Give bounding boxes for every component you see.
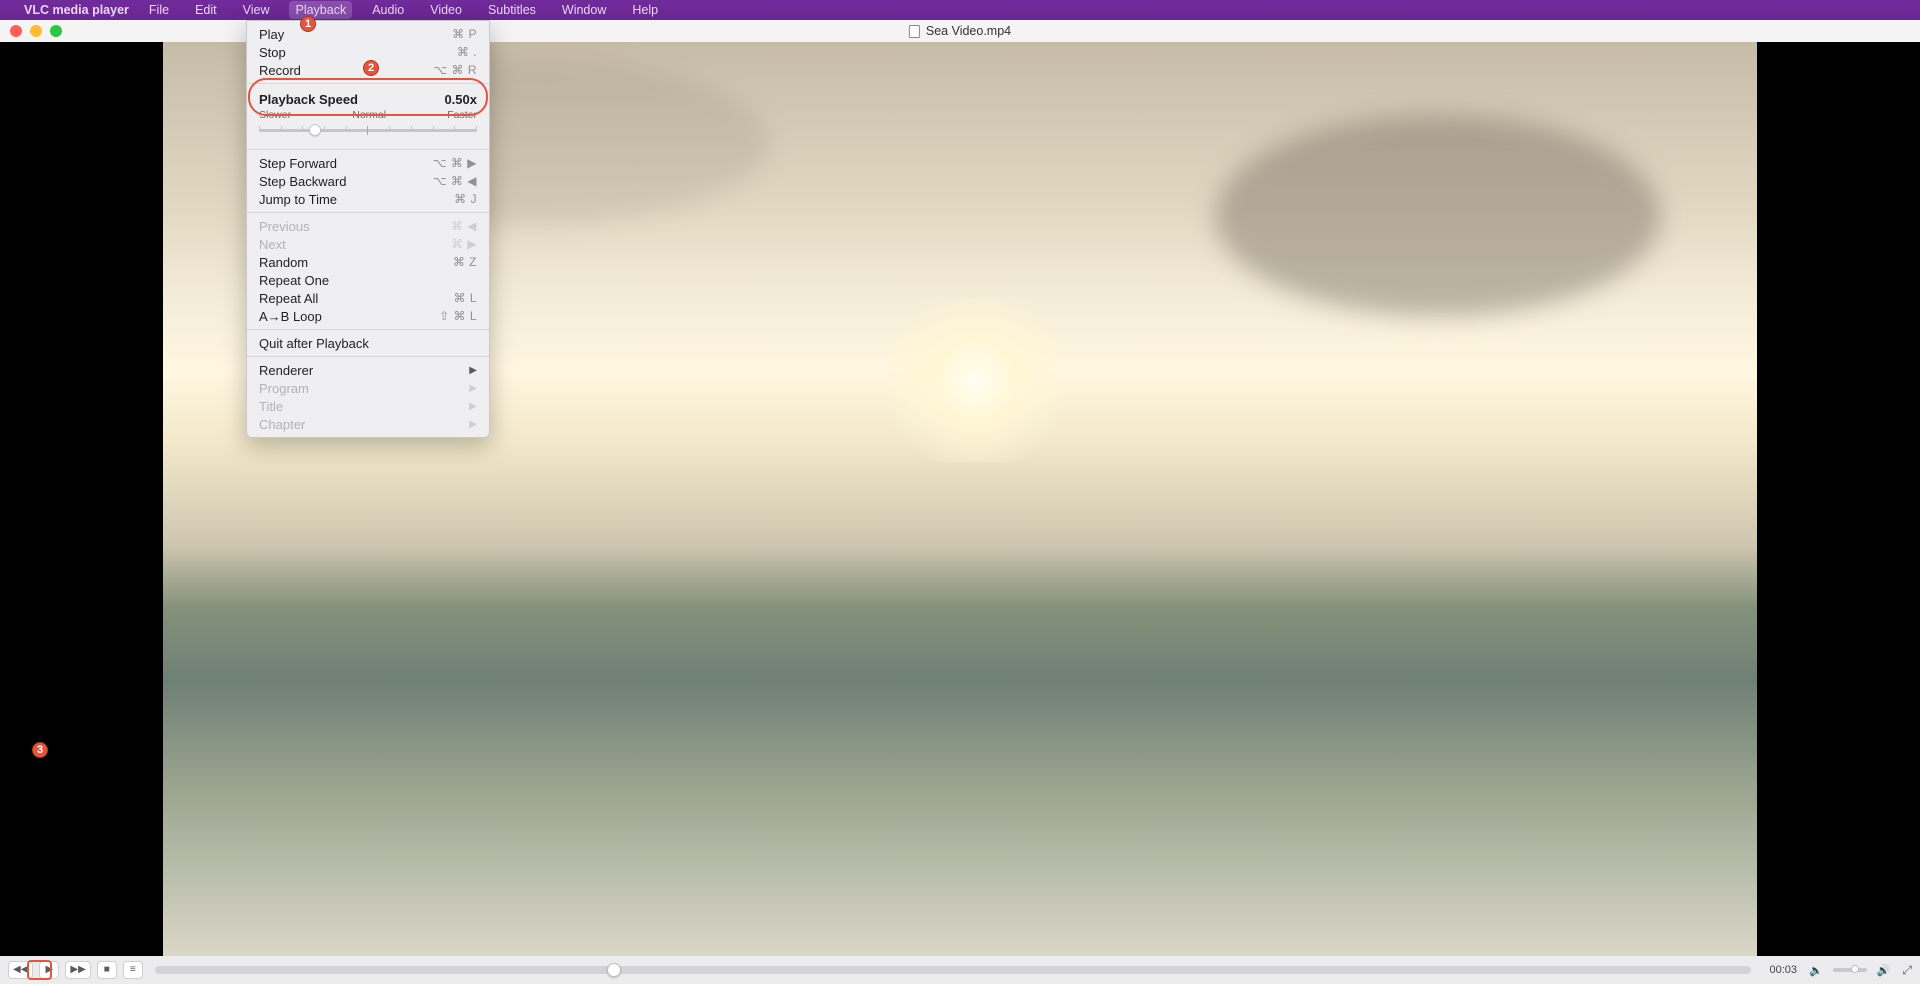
dropdown-separator [247, 356, 489, 357]
window-title-area: Sea Video.mp4 [909, 24, 1011, 38]
volume-low-icon[interactable]: 🔈 [1809, 964, 1823, 977]
volume-high-icon[interactable]: 🔊 [1877, 964, 1891, 977]
play-icon: ▶ [46, 965, 54, 975]
annotation-badge-2: 2 [363, 60, 379, 76]
dropdown-repeat-one[interactable]: Repeat One [247, 271, 489, 289]
dropdown-stop[interactable]: Stop⌘ . [247, 43, 489, 61]
play-button[interactable]: ▶ [39, 961, 59, 979]
playback-speed-slider[interactable] [259, 123, 477, 137]
close-window-button[interactable] [10, 25, 22, 37]
dropdown-previous: Previous⌘ ◀ [247, 217, 489, 235]
dropdown-separator [247, 212, 489, 213]
menu-view[interactable]: View [237, 1, 276, 19]
volume-slider[interactable] [1833, 968, 1867, 972]
previous-track-button[interactable]: ◀◀ [8, 961, 33, 979]
menu-playback[interactable]: Playback [289, 1, 352, 19]
skip-forward-icon: ▶▶ [70, 965, 85, 975]
playback-dropdown: Play⌘ P Stop⌘ . Record⌥ ⌘ R Playback Spe… [246, 20, 490, 438]
app-name[interactable]: VLC media player [24, 3, 129, 17]
player-controls: ◀◀ ▶ ▶▶ ■ ≡ 00:03 🔈 🔊 ⤢ [0, 956, 1920, 984]
dropdown-jump-to-time[interactable]: Jump to Time⌘ J [247, 190, 489, 208]
menu-edit[interactable]: Edit [189, 1, 223, 19]
dropdown-chapter: Chapter▶ [247, 415, 489, 433]
menu-video[interactable]: Video [424, 1, 468, 19]
dropdown-program: Program▶ [247, 379, 489, 397]
dropdown-step-forward[interactable]: Step Forward⌥ ⌘ ▶ [247, 154, 489, 172]
dropdown-step-backward[interactable]: Step Backward⌥ ⌘ ◀ [247, 172, 489, 190]
dropdown-separator [247, 149, 489, 150]
submenu-arrow-icon: ▶ [469, 365, 477, 376]
dropdown-play[interactable]: Play⌘ P [247, 25, 489, 43]
stop-button[interactable]: ■ [97, 961, 117, 979]
dropdown-title: Title▶ [247, 397, 489, 415]
zoom-window-button[interactable] [50, 25, 62, 37]
volume-thumb[interactable] [1851, 965, 1859, 973]
document-icon [909, 25, 920, 38]
playlist-button[interactable]: ≡ [123, 961, 143, 979]
skip-back-icon: ◀◀ [13, 965, 28, 975]
playback-speed-label: Playback Speed [259, 92, 358, 107]
submenu-arrow-icon: ▶ [469, 401, 477, 412]
window-title: Sea Video.mp4 [926, 24, 1011, 38]
speed-faster-label: Faster [447, 109, 477, 121]
menu-help[interactable]: Help [626, 1, 664, 19]
menu-subtitles[interactable]: Subtitles [482, 1, 542, 19]
annotation-badge-3: 3 [32, 742, 48, 758]
traffic-lights [0, 25, 62, 37]
menu-file[interactable]: File [143, 1, 175, 19]
fullscreen-button[interactable]: ⤢ [1902, 963, 1912, 978]
seek-thumb[interactable] [607, 963, 621, 977]
dropdown-quit-after-playback[interactable]: Quit after Playback [247, 334, 489, 352]
dropdown-separator [247, 329, 489, 330]
minimize-window-button[interactable] [30, 25, 42, 37]
submenu-arrow-icon: ▶ [469, 383, 477, 394]
speed-normal-label: Normal [352, 109, 386, 121]
playback-speed-value: 0.50x [444, 92, 477, 107]
playlist-icon: ≡ [130, 965, 136, 975]
dropdown-renderer[interactable]: Renderer▶ [247, 361, 489, 379]
dropdown-ab-loop[interactable]: A→B Loop⇧ ⌘ L [247, 307, 489, 325]
annotation-badge-1: 1 [300, 16, 316, 32]
elapsed-time: 00:03 [1769, 964, 1797, 976]
menu-audio[interactable]: Audio [366, 1, 410, 19]
dropdown-separator [247, 83, 489, 84]
menu-window[interactable]: Window [556, 1, 612, 19]
seek-bar[interactable] [155, 966, 1752, 974]
dropdown-next: Next⌘ ▶ [247, 235, 489, 253]
macos-menubar: VLC media player File Edit View Playback… [0, 0, 1920, 20]
dropdown-random[interactable]: Random⌘ Z [247, 253, 489, 271]
next-track-button[interactable]: ▶▶ [65, 961, 90, 979]
submenu-arrow-icon: ▶ [469, 419, 477, 430]
stop-icon: ■ [104, 965, 110, 975]
dropdown-playback-speed[interactable]: Playback Speed 0.50x Slower Normal Faster [247, 88, 489, 145]
speed-slower-label: Slower [259, 109, 291, 121]
dropdown-repeat-all[interactable]: Repeat All⌘ L [247, 289, 489, 307]
